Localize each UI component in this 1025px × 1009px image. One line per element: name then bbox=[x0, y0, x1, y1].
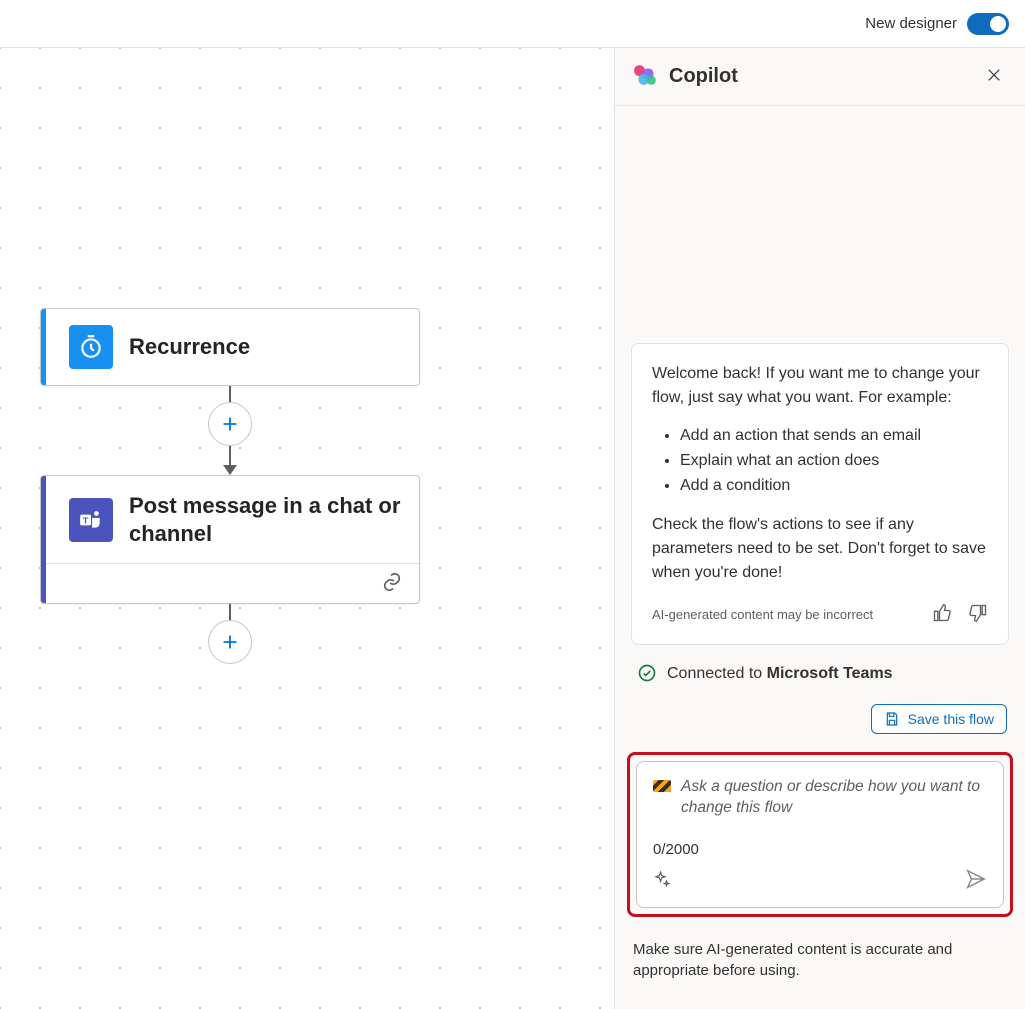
designer-toggle[interactable] bbox=[967, 13, 1009, 35]
footer-disclaimer: Make sure AI-generated content is accura… bbox=[631, 935, 1009, 993]
ai-disclaimer-note: AI-generated content may be incorrect bbox=[652, 607, 873, 622]
node-accent bbox=[41, 476, 46, 603]
construction-icon bbox=[653, 780, 671, 792]
copilot-header: Copilot bbox=[615, 48, 1025, 106]
top-header: New designer bbox=[0, 0, 1025, 48]
input-placeholder: Ask a question or describe how you want … bbox=[681, 776, 987, 819]
check-circle-icon bbox=[637, 663, 657, 686]
copilot-logo-icon bbox=[633, 62, 659, 91]
copilot-input[interactable]: Ask a question or describe how you want … bbox=[636, 761, 1004, 908]
save-flow-label: Save this flow bbox=[908, 711, 994, 727]
arrow-down-icon bbox=[223, 465, 237, 475]
suggestion-list: Add an action that sends an email Explai… bbox=[680, 424, 988, 498]
plus-icon bbox=[219, 631, 241, 653]
connection-status: Connected to Microsoft Teams bbox=[631, 663, 1009, 686]
plus-icon bbox=[219, 413, 241, 435]
flow-node-post-message[interactable]: T Post message in a chat or channel bbox=[40, 475, 420, 604]
thumbs-down-icon bbox=[968, 603, 988, 623]
save-flow-button[interactable]: Save this flow bbox=[871, 704, 1007, 734]
flow-node-recurrence[interactable]: Recurrence bbox=[40, 308, 420, 386]
node-footer bbox=[41, 563, 419, 603]
add-step-button[interactable] bbox=[208, 402, 252, 446]
flow-connector bbox=[40, 604, 420, 662]
connection-text: Connected to Microsoft Teams bbox=[667, 665, 893, 683]
suggestion-item: Add an action that sends an email bbox=[680, 424, 988, 449]
suggestion-item: Add a condition bbox=[680, 474, 988, 499]
welcome-outro: Check the flow's actions to see if any p… bbox=[652, 513, 988, 585]
welcome-intro: Welcome back! If you want me to change y… bbox=[652, 362, 988, 410]
thumbs-up-icon bbox=[932, 603, 952, 623]
add-step-button[interactable] bbox=[208, 620, 252, 664]
welcome-card: Welcome back! If you want me to change y… bbox=[631, 343, 1009, 644]
clock-icon bbox=[69, 325, 113, 369]
thumbs-down-button[interactable] bbox=[968, 603, 988, 626]
designer-toggle-label: New designer bbox=[865, 15, 957, 32]
thumbs-up-button[interactable] bbox=[932, 603, 952, 626]
node-title: Post message in a chat or channel bbox=[129, 492, 401, 547]
link-icon[interactable] bbox=[381, 571, 403, 596]
copilot-title: Copilot bbox=[669, 65, 971, 88]
close-button[interactable] bbox=[981, 62, 1007, 91]
send-button[interactable] bbox=[965, 868, 987, 893]
teams-icon: T bbox=[69, 498, 113, 542]
copilot-panel: Copilot Welcome back! If you want me to … bbox=[615, 48, 1025, 1009]
sparkle-button[interactable] bbox=[653, 870, 671, 891]
svg-text:T: T bbox=[83, 515, 89, 525]
send-icon bbox=[965, 868, 987, 890]
input-highlight-frame: Ask a question or describe how you want … bbox=[627, 752, 1013, 917]
close-icon bbox=[985, 66, 1003, 84]
designer-toggle-group: New designer bbox=[865, 13, 1009, 35]
node-title: Recurrence bbox=[129, 333, 250, 361]
sparkle-icon bbox=[653, 870, 671, 888]
save-icon bbox=[884, 711, 900, 727]
flow-canvas[interactable]: Recurrence bbox=[0, 48, 615, 1009]
flow-connector bbox=[40, 386, 420, 475]
suggestion-item: Explain what an action does bbox=[680, 449, 988, 474]
node-accent bbox=[41, 309, 46, 385]
char-count: 0/2000 bbox=[653, 841, 987, 858]
